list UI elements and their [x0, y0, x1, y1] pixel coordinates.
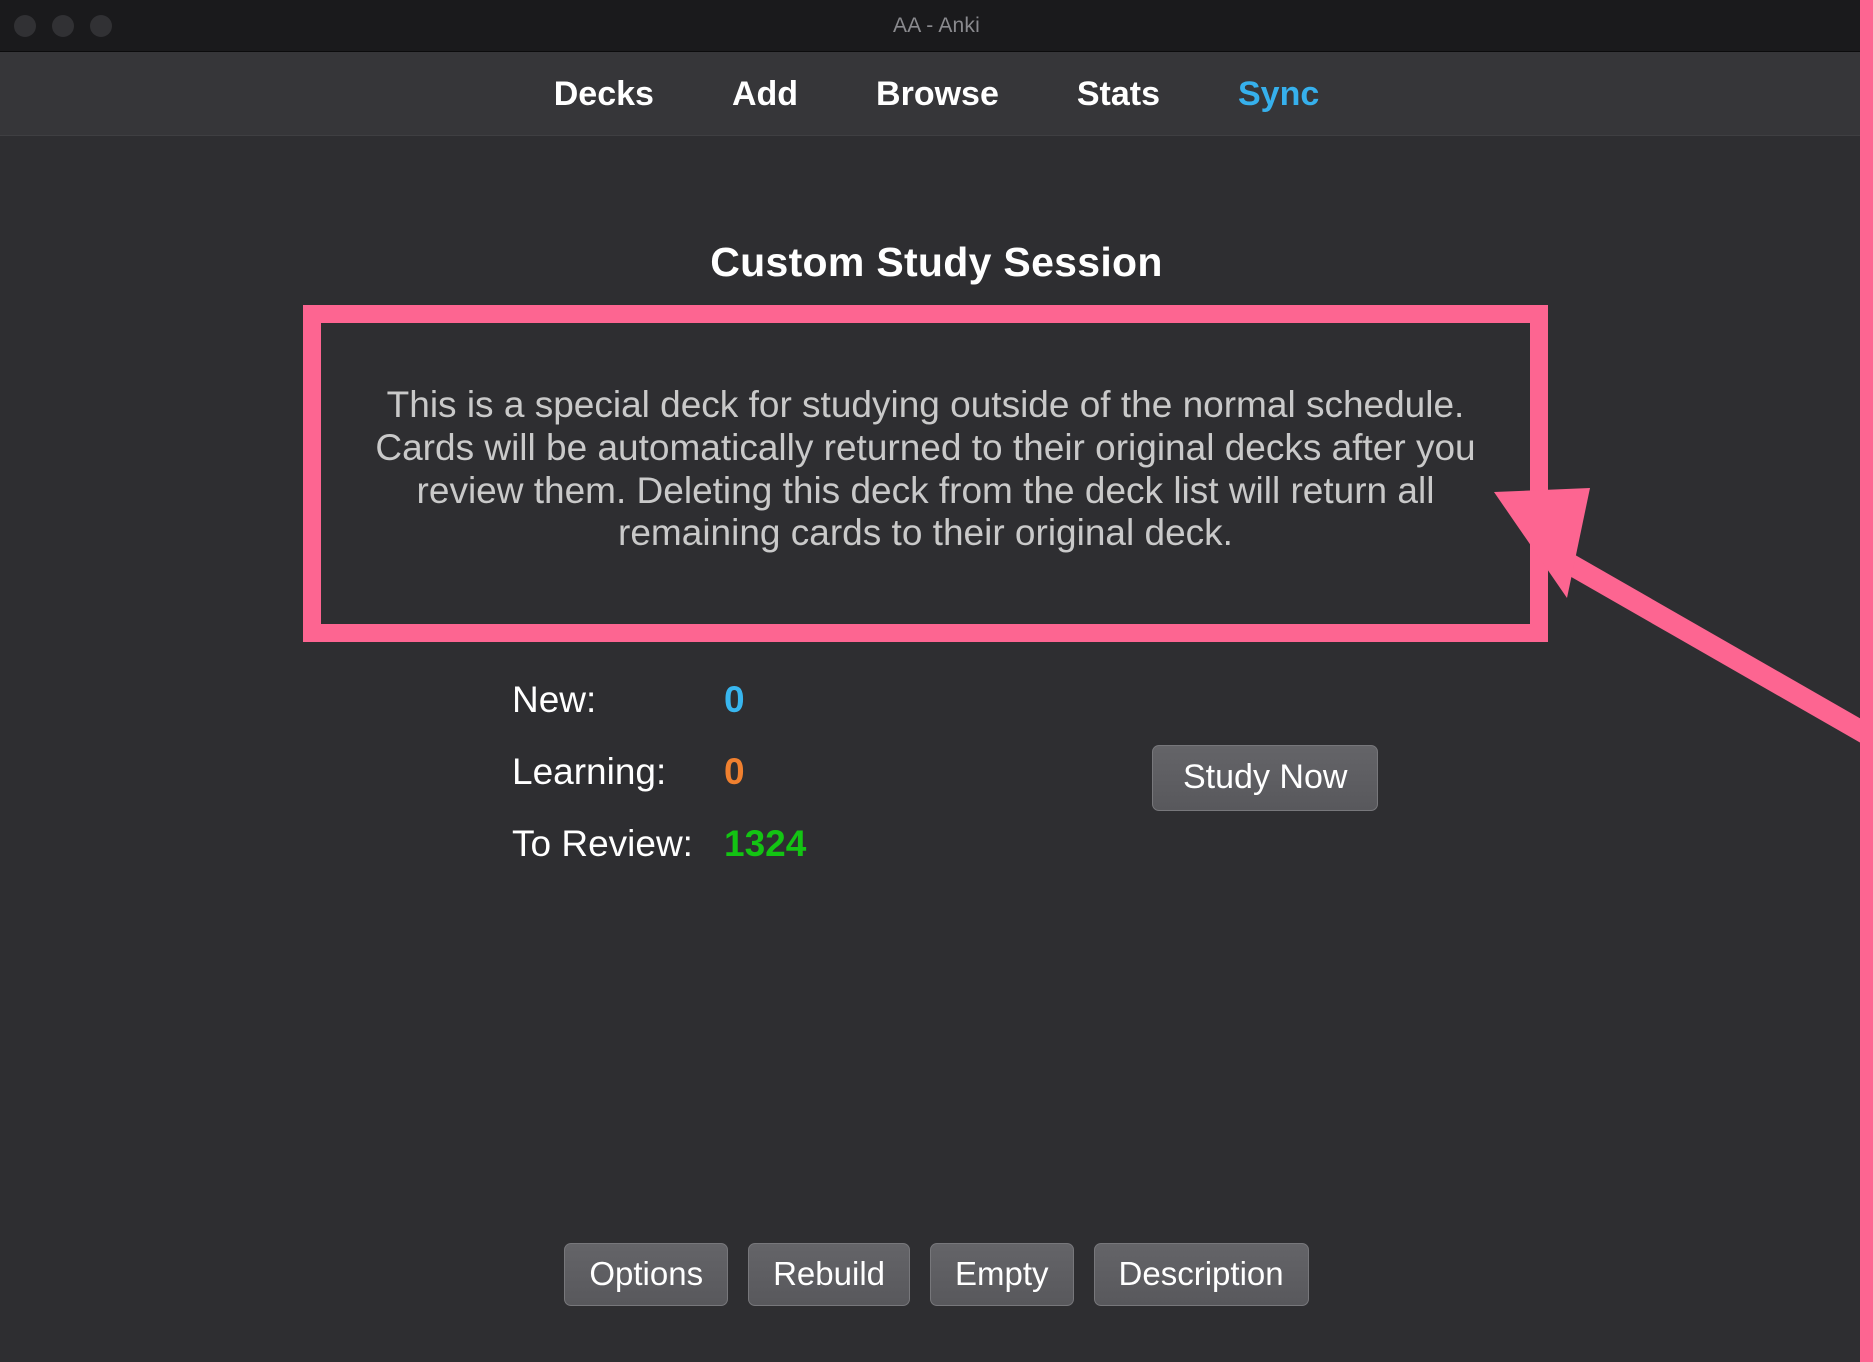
stat-row-learning: Learning: 0: [512, 751, 806, 823]
main-content: Custom Study Session This is a special d…: [0, 137, 1873, 1362]
window-titlebar: AA - Anki: [0, 0, 1873, 52]
nav-item-stats[interactable]: Stats: [1038, 77, 1199, 111]
stat-value-to-review: 1324: [724, 823, 807, 864]
page-title: Custom Study Session: [710, 239, 1163, 285]
study-now-button[interactable]: Study Now: [1152, 745, 1379, 811]
stat-label-new: New:: [512, 679, 597, 720]
deck-description-text: This is a special deck for studying outs…: [375, 384, 1476, 554]
nav-item-browse[interactable]: Browse: [837, 77, 1038, 111]
anki-window: AA - Anki Decks Add Browse Stats Sync Cu…: [0, 0, 1873, 1362]
stat-row-new: New: 0: [512, 679, 806, 751]
stat-value-learning: 0: [724, 751, 745, 792]
nav-item-decks[interactable]: Decks: [515, 77, 693, 111]
stat-label-learning: Learning:: [512, 751, 667, 792]
stat-label-to-review: To Review:: [512, 823, 693, 864]
options-button[interactable]: Options: [564, 1243, 729, 1306]
description-container: This is a special deck for studying outs…: [321, 323, 1530, 624]
window-title: AA - Anki: [892, 13, 980, 37]
nav-item-sync[interactable]: Sync: [1199, 77, 1358, 111]
bottom-button-bar: Options Rebuild Empty Description: [0, 1243, 1873, 1306]
stat-row-to-review: To Review: 1324: [512, 823, 806, 895]
annotation-edge-stripe: [1860, 0, 1873, 1362]
empty-button[interactable]: Empty: [930, 1243, 1074, 1306]
nav-item-add[interactable]: Add: [693, 77, 837, 111]
description-button[interactable]: Description: [1093, 1243, 1309, 1306]
card-counts-panel: New: 0 Learning: 0 To Review: 1324: [512, 679, 806, 895]
rebuild-button[interactable]: Rebuild: [748, 1243, 911, 1306]
study-now-container: Study Now: [1152, 745, 1379, 811]
stat-value-new: 0: [724, 679, 745, 720]
main-navbar: Decks Add Browse Stats Sync: [0, 52, 1873, 136]
description-highlight-box: This is a special deck for studying outs…: [303, 305, 1548, 642]
